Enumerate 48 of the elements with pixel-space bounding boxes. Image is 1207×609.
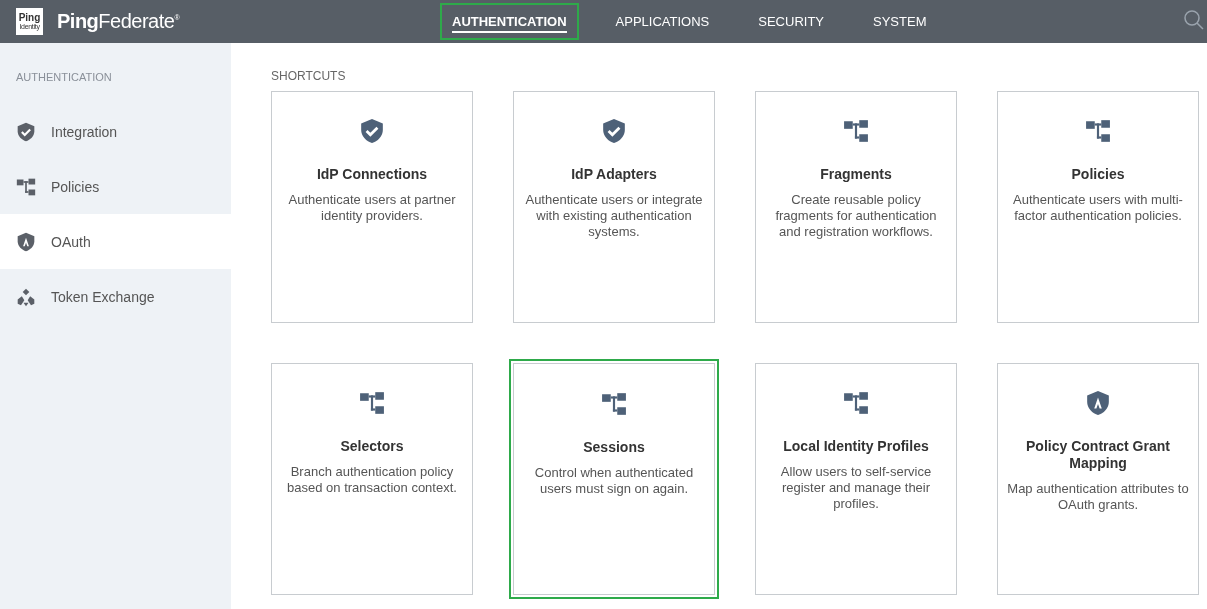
hierarchy-icon [16,176,36,197]
sidebar-item[interactable]: Policies [0,159,231,214]
card-title: Policy Contract Grant Mapping [1025,438,1171,472]
card-description: Allow users to self-service register and manage their profiles. [779,464,933,512]
card-title: Selectors [340,438,404,455]
card-title: Sessions [583,439,645,456]
shortcut-card[interactable]: Policy Contract Grant Mapping Map authentication attributes to OAuth grants. [997,363,1199,595]
sidebar-item[interactable]: OAuth [0,214,231,269]
shortcut-card[interactable]: IdP Adapters Authenticate users or integrate with existing authentication systems. [513,91,715,323]
sidebar-item[interactable]: Token Exchange [0,269,231,324]
hierarchy-icon [843,118,869,144]
sidebar-item[interactable]: Integration [0,104,231,159]
shield-check-icon [601,118,627,144]
shield-letter-icon [16,231,36,252]
shield-letter-icon [1085,390,1111,416]
nav-tab[interactable]: APPLICATIONS [603,3,722,40]
card-title: Policies [1071,166,1125,183]
shield-check-icon [16,121,36,142]
card-description: Authenticate users at partner identity providers. [287,192,457,224]
card-description: Map authentication attributes to OAuth grants. [1006,481,1190,513]
hierarchy-icon [843,390,869,416]
section-heading: SHORTCUTS [271,69,347,83]
nav-tab[interactable]: SECURITY [746,3,836,40]
hierarchy-icon [1085,118,1111,144]
sidebar-heading: AUTHENTICATION [16,71,113,83]
shortcut-card[interactable]: Sessions Control when authenticated users must sign on again. [509,359,719,599]
card-description: Authenticate users with multi-factor authentication policies. [1012,192,1184,224]
exchange-icon [16,286,36,307]
nav-tab[interactable]: SYSTEM [861,3,939,40]
card-title: IdP Adapters [571,166,657,183]
card-title: Local Identity Profiles [783,438,929,455]
nav-tab[interactable]: AUTHENTICATION [440,3,579,40]
shortcut-card[interactable]: Selectors Branch authentication policy based on transaction context. [271,363,473,595]
card-description: Branch authentication policy based on transaction context. [286,464,458,496]
card-title: Fragments [820,166,892,183]
product-name: PingFederate$^{®}$ [57,10,180,33]
shield-check-icon [359,118,385,144]
card-description: Control when authenticated users must sign on again. [533,465,695,497]
shortcut-card[interactable]: IdP Connections Authenticate users at partner identity providers. [271,91,473,323]
card-title: IdP Connections [316,166,428,183]
search-icon[interactable] [1183,9,1205,31]
shortcut-card[interactable]: Local Identity Profiles Allow users to self-service register and manage their profiles. [755,363,957,595]
shortcut-card[interactable]: Policies Authenticate users with multi-factor authentication policies. [997,91,1199,323]
shortcut-card[interactable]: Fragments Create reusable policy fragments for authentication and registration workflows. [755,91,957,323]
hierarchy-icon [359,390,385,416]
card-description: Create reusable policy fragments for authentication and registration workflows. [774,192,938,240]
card-description: Authenticate users or integrate with existing authentication systems. [524,192,704,240]
hierarchy-icon [601,391,627,417]
